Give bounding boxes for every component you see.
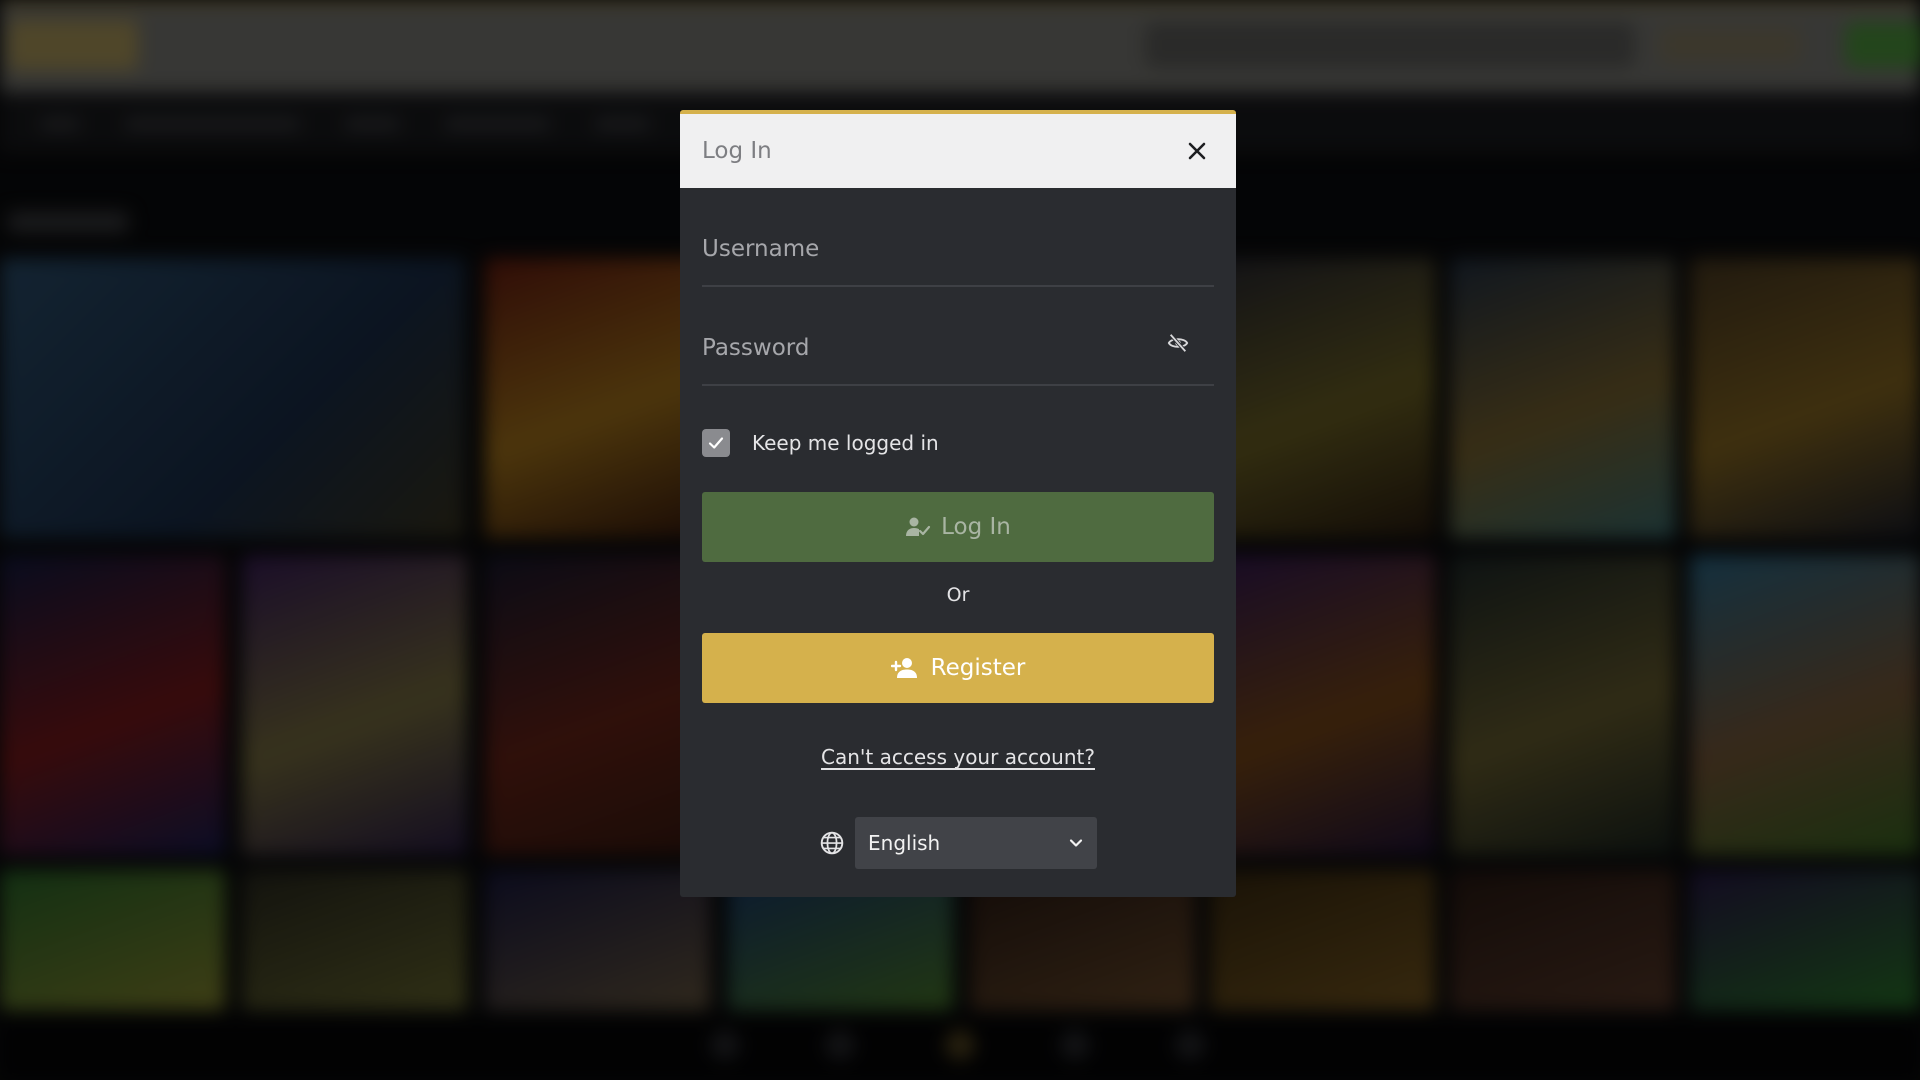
password-input[interactable] — [702, 285, 1214, 384]
user-check-icon — [906, 517, 931, 536]
close-icon — [1188, 142, 1206, 160]
modal-title: Log In — [702, 138, 772, 164]
language-select[interactable]: English — [855, 817, 1097, 869]
language-selected-value: English — [868, 831, 941, 855]
cant-access-account-link[interactable]: Can't access your account? — [821, 745, 1095, 769]
login-button[interactable]: Log In — [702, 492, 1214, 562]
username-input[interactable] — [702, 186, 1214, 285]
login-modal: Log In Username Keep me logged in Log In… — [680, 110, 1236, 897]
user-plus-icon — [890, 658, 917, 678]
check-icon — [708, 437, 724, 449]
or-separator: Or — [946, 584, 970, 606]
forgot-account-row: Can't access your account? — [702, 745, 1214, 773]
remember-me-label: Keep me logged in — [752, 431, 939, 455]
register-button[interactable]: Register — [702, 633, 1214, 703]
register-button-label: Register — [930, 655, 1026, 681]
close-button[interactable] — [1180, 134, 1214, 168]
password-visibility-toggle[interactable] — [1164, 329, 1192, 357]
username-field-wrapper — [702, 186, 1214, 287]
globe-icon — [820, 831, 844, 855]
eye-off-icon — [1167, 333, 1189, 353]
login-button-label: Log In — [941, 514, 1011, 540]
language-row: English — [702, 817, 1214, 869]
modal-body: Keep me logged in Log In Or Register Can… — [680, 186, 1236, 869]
remember-me-checkbox[interactable] — [702, 429, 730, 457]
modal-header: Log In — [680, 114, 1236, 188]
remember-me-row: Keep me logged in — [702, 428, 1214, 458]
password-field-wrapper — [702, 285, 1214, 386]
chevron-down-icon — [1069, 839, 1083, 847]
